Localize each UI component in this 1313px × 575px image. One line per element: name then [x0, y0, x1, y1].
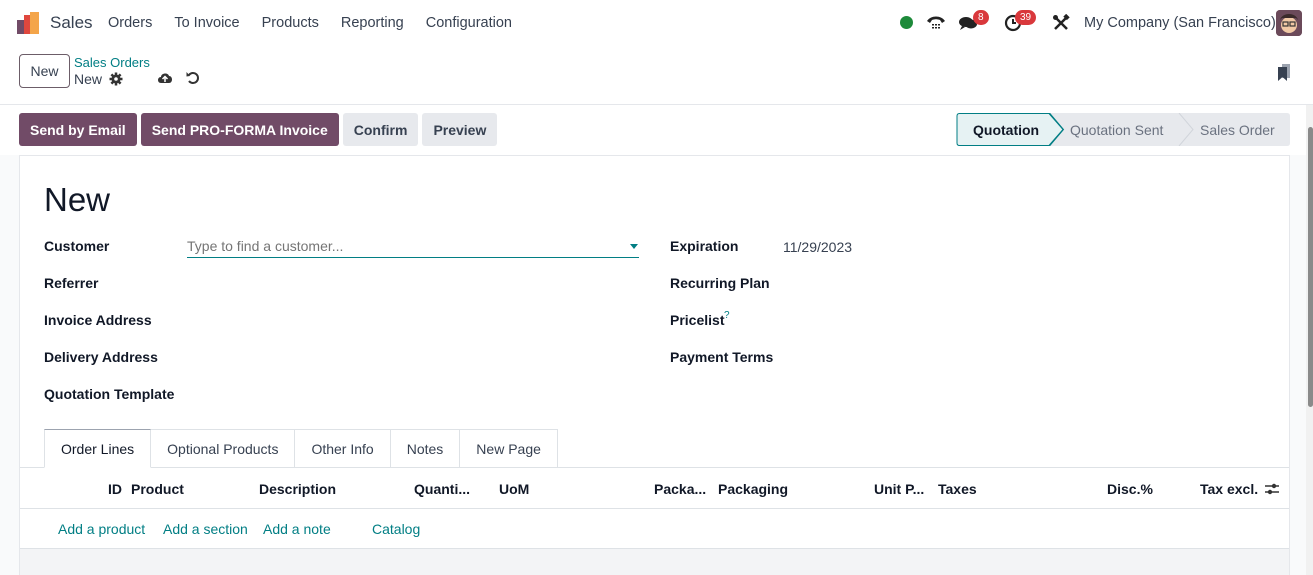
expiration-label: Expiration — [670, 238, 739, 254]
user-avatar[interactable] — [1276, 10, 1302, 36]
stage-quotation[interactable]: Quotation — [973, 122, 1039, 138]
payment-terms-label: Payment Terms — [670, 349, 774, 365]
column-packaging[interactable]: Packaging — [718, 481, 788, 497]
confirm-button[interactable]: Confirm — [342, 113, 419, 146]
sales-app-icon[interactable] — [17, 12, 41, 34]
add-note-link[interactable]: Add a note — [263, 521, 331, 537]
stage-quotation-sent[interactable]: Quotation Sent — [1070, 122, 1163, 138]
discard-undo-icon[interactable] — [186, 70, 200, 85]
column-quantity[interactable]: Quanti... — [414, 481, 470, 497]
bookmark-icon[interactable] — [1277, 64, 1291, 82]
column-id[interactable]: ID — [108, 481, 122, 497]
presence-status-icon — [900, 16, 913, 29]
tab-notes[interactable]: Notes — [390, 429, 461, 468]
expiration-value[interactable]: 11/29/2023 — [783, 239, 852, 255]
send-proforma-invoice-button[interactable]: Send PRO-FORMA Invoice — [140, 113, 339, 146]
form-action-bar: Send by Email Send PRO-FORMA Invoice Con… — [19, 113, 498, 146]
tab-other-info[interactable]: Other Info — [295, 429, 391, 468]
new-record-button[interactable]: New — [19, 54, 70, 88]
menu-to-invoice[interactable]: To Invoice — [174, 15, 239, 31]
table-footer — [20, 549, 1289, 575]
page-scrollbar-thumb[interactable] — [1308, 127, 1313, 407]
activities-badge: 39 — [1015, 10, 1037, 25]
column-taxes[interactable]: Taxes — [938, 481, 977, 497]
customer-input[interactable] — [187, 237, 639, 258]
control-panel-divider — [0, 104, 1313, 105]
form-sheet — [19, 155, 1290, 575]
menu-orders[interactable]: Orders — [108, 15, 152, 31]
tab-order-lines[interactable]: Order Lines — [44, 429, 152, 468]
table-header-divider — [20, 508, 1289, 509]
menu-products[interactable]: Products — [262, 15, 319, 31]
pricelist-help-icon[interactable]: ? — [724, 310, 730, 321]
send-by-email-button[interactable]: Send by Email — [19, 113, 137, 146]
catalog-link[interactable]: Catalog — [372, 521, 420, 537]
column-discount[interactable]: Disc.% — [1107, 481, 1153, 497]
optional-columns-toggle-icon[interactable] — [1265, 482, 1279, 496]
preview-button[interactable]: Preview — [422, 113, 498, 146]
menu-reporting[interactable]: Reporting — [341, 15, 404, 31]
breadcrumb-current: New — [74, 71, 103, 87]
quotation-template-label: Quotation Template — [44, 386, 175, 402]
delivery-address-label: Delivery Address — [44, 349, 158, 365]
customer-dropdown-caret-icon[interactable] — [630, 244, 638, 249]
company-switcher[interactable]: My Company (San Francisco) — [1084, 15, 1276, 31]
recurring-plan-label: Recurring Plan — [670, 275, 770, 291]
top-navbar: Sales Orders To Invoice Products Reporti… — [0, 0, 1313, 46]
column-product[interactable]: Product — [131, 481, 184, 497]
invoice-address-label: Invoice Address — [44, 312, 152, 328]
column-description[interactable]: Description — [259, 481, 336, 497]
add-product-link[interactable]: Add a product — [58, 521, 145, 537]
referrer-label: Referrer — [44, 275, 99, 291]
pricelist-label: Pricelist — [670, 312, 725, 328]
column-uom[interactable]: UoM — [499, 481, 529, 497]
add-section-link[interactable]: Add a section — [163, 521, 248, 537]
customer-label: Customer — [44, 238, 110, 254]
phone-icon[interactable] — [926, 13, 946, 33]
tab-new-page[interactable]: New Page — [460, 429, 558, 468]
record-title: New — [44, 181, 111, 218]
column-packaging-qty[interactable]: Packa... — [654, 481, 706, 497]
save-cloud-icon[interactable] — [157, 71, 173, 85]
app-name[interactable]: Sales — [50, 13, 93, 33]
debug-tools-icon[interactable] — [1051, 13, 1071, 33]
breadcrumb-sales-orders[interactable]: Sales Orders — [74, 55, 150, 70]
gear-icon[interactable] — [109, 72, 123, 86]
menu-configuration[interactable]: Configuration — [426, 15, 512, 31]
tab-optional-products[interactable]: Optional Products — [151, 429, 296, 468]
notebook-tabs: Order Lines Optional Products Other Info… — [44, 429, 558, 468]
column-unit-price[interactable]: Unit P... — [874, 481, 924, 497]
messages-badge: 8 — [973, 10, 989, 25]
main-menu: Orders To Invoice Products Reporting Con… — [108, 15, 534, 31]
column-tax-excluded[interactable]: Tax excl. — [1200, 481, 1258, 497]
stage-sales-order[interactable]: Sales Order — [1200, 122, 1275, 138]
